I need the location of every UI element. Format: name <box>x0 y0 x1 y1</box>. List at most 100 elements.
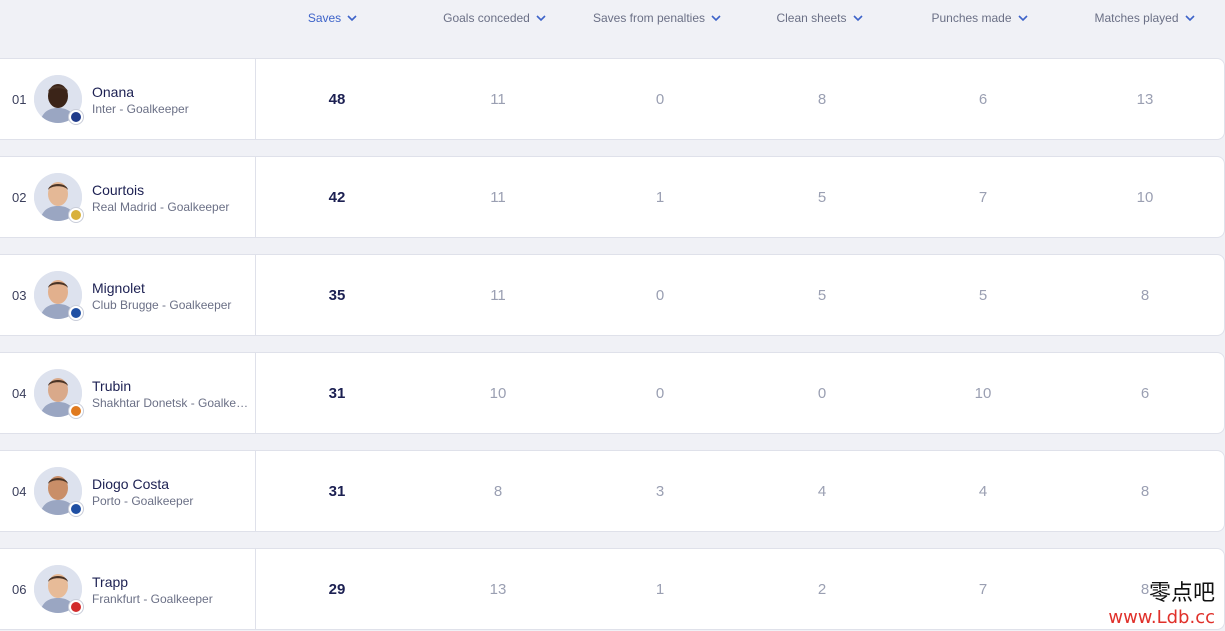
goals-conceded-cell: 11 <box>490 90 506 108</box>
player-name[interactable]: Diogo Costa <box>92 475 250 493</box>
column-label: Matches played <box>1094 11 1179 25</box>
saves-cell: 35 <box>328 286 346 304</box>
club-badge-icon <box>68 305 84 321</box>
player-name[interactable]: Trapp <box>92 573 250 591</box>
punches-made-cell: 6 <box>978 90 988 108</box>
watermark-cn: 零点吧 <box>1148 581 1215 606</box>
player-club-position: Real Madrid - Goalkeeper <box>92 200 230 214</box>
clean-sheets-cell: 2 <box>817 580 827 598</box>
watermark-url: www.Ldb.cc <box>1108 607 1215 628</box>
rank-number: 06 <box>12 581 27 597</box>
saves-cell: 48 <box>328 90 346 108</box>
clean-sheets-cell: 5 <box>817 188 827 206</box>
player-name[interactable]: Onana <box>92 83 250 101</box>
stats-table-header: Saves Goals conceded Saves from penaltie… <box>0 0 1225 36</box>
matches-played-cell: 10 <box>1136 188 1154 206</box>
matches-played-cell: 8 <box>1140 286 1150 304</box>
column-label: Clean sheets <box>776 11 847 25</box>
matches-played-cell: 6 <box>1140 384 1150 402</box>
column-divider <box>255 255 256 335</box>
avatar[interactable] <box>34 271 84 321</box>
sort-saves-header[interactable]: Saves <box>273 10 393 26</box>
club-badge-icon <box>68 599 84 615</box>
sort-matches-played-header[interactable]: Matches played <box>1075 10 1215 26</box>
goals-conceded-cell: 10 <box>489 384 507 402</box>
player-club-position: Frankfurt - Goalkeeper <box>92 592 213 606</box>
player-info: Mignolet Club Brugge - Goalkeeper <box>92 279 250 313</box>
player-name[interactable]: Courtois <box>92 181 250 199</box>
player-name[interactable]: Mignolet <box>92 279 250 297</box>
saves-from-penalties-cell: 0 <box>655 286 665 304</box>
punches-made-cell: 4 <box>978 482 988 500</box>
column-divider <box>255 451 256 531</box>
rank-number: 04 <box>12 483 27 499</box>
column-label: Goals conceded <box>443 11 530 25</box>
chevron-down-icon <box>710 12 722 24</box>
rank-number: 03 <box>12 287 27 303</box>
punches-made-cell: 10 <box>974 384 992 402</box>
column-divider <box>255 549 256 629</box>
column-divider <box>255 353 256 433</box>
table-row[interactable]: 01 Onana Inter - Goalkeeper 48 11 0 8 6 13 <box>0 58 1225 140</box>
table-row[interactable]: 02 Courtois Real Madrid - Goalkeeper 42 11 1 5… <box>0 156 1225 238</box>
column-label: Punches made <box>931 11 1012 25</box>
table-row[interactable]: 06 Trapp Frankfurt - Goalkeeper 29 13 1 2 7 8 <box>0 548 1225 630</box>
sort-saves-from-penalties-header[interactable]: Saves from penalties <box>580 10 735 26</box>
player-club-position: Inter - Goalkeeper <box>92 102 189 116</box>
goals-conceded-cell: 13 <box>489 580 507 598</box>
chevron-down-icon <box>535 12 547 24</box>
rank-number: 04 <box>12 385 27 401</box>
column-label: Saves <box>307 11 342 25</box>
club-badge-icon <box>68 207 84 223</box>
saves-from-penalties-cell: 3 <box>655 482 665 500</box>
watermark: 零点吧 www.Ldb.cc <box>1108 581 1215 629</box>
saves-from-penalties-cell: 0 <box>655 90 665 108</box>
punches-made-cell: 5 <box>978 286 988 304</box>
matches-played-cell: 13 <box>1136 90 1154 108</box>
club-badge-icon <box>68 501 84 517</box>
rank-number: 01 <box>12 91 27 107</box>
goals-conceded-cell: 11 <box>490 188 506 206</box>
column-divider <box>255 157 256 237</box>
player-info: Trubin Shakhtar Donetsk - Goalkeeper <box>92 377 250 411</box>
saves-cell: 29 <box>328 580 346 598</box>
sort-punches-made-header[interactable]: Punches made <box>915 10 1045 26</box>
table-row[interactable]: 03 Mignolet Club Brugge - Goalkeeper 35 11 0 5… <box>0 254 1225 336</box>
chevron-down-icon <box>1184 12 1196 24</box>
goals-conceded-cell: 8 <box>493 482 503 500</box>
saves-cell: 31 <box>328 384 346 402</box>
club-badge-icon <box>68 403 84 419</box>
avatar[interactable] <box>34 467 84 517</box>
player-club-position: Shakhtar Donetsk - Goalkeeper <box>92 396 250 410</box>
saves-cell: 31 <box>328 482 346 500</box>
clean-sheets-cell: 8 <box>817 90 827 108</box>
avatar[interactable] <box>34 173 84 223</box>
chevron-down-icon <box>346 12 358 24</box>
avatar[interactable] <box>34 369 84 419</box>
player-club-position: Porto - Goalkeeper <box>92 494 194 508</box>
player-info: Courtois Real Madrid - Goalkeeper <box>92 181 250 215</box>
saves-cell: 42 <box>328 188 346 206</box>
player-club-position: Club Brugge - Goalkeeper <box>92 298 232 312</box>
punches-made-cell: 7 <box>978 580 988 598</box>
player-info: Trapp Frankfurt - Goalkeeper <box>92 573 250 607</box>
avatar[interactable] <box>34 75 84 125</box>
saves-from-penalties-cell: 0 <box>655 384 665 402</box>
sort-goals-conceded-header[interactable]: Goals conceded <box>425 10 565 26</box>
player-info: Diogo Costa Porto - Goalkeeper <box>92 475 250 509</box>
column-divider <box>255 59 256 139</box>
column-label: Saves from penalties <box>592 11 706 25</box>
avatar[interactable] <box>34 565 84 615</box>
clean-sheets-cell: 4 <box>817 482 827 500</box>
saves-from-penalties-cell: 1 <box>655 580 665 598</box>
player-name[interactable]: Trubin <box>92 377 250 395</box>
rank-number: 02 <box>12 189 27 205</box>
player-info: Onana Inter - Goalkeeper <box>92 83 250 117</box>
table-row[interactable]: 04 Diogo Costa Porto - Goalkeeper 31 8 3 4 4 8 <box>0 450 1225 532</box>
sort-clean-sheets-header[interactable]: Clean sheets <box>755 10 885 26</box>
club-badge-icon <box>68 109 84 125</box>
clean-sheets-cell: 5 <box>817 286 827 304</box>
goals-conceded-cell: 11 <box>490 286 506 304</box>
chevron-down-icon <box>1017 12 1029 24</box>
table-row[interactable]: 04 Trubin Shakhtar Donetsk - Goalkeeper 31 1… <box>0 352 1225 434</box>
